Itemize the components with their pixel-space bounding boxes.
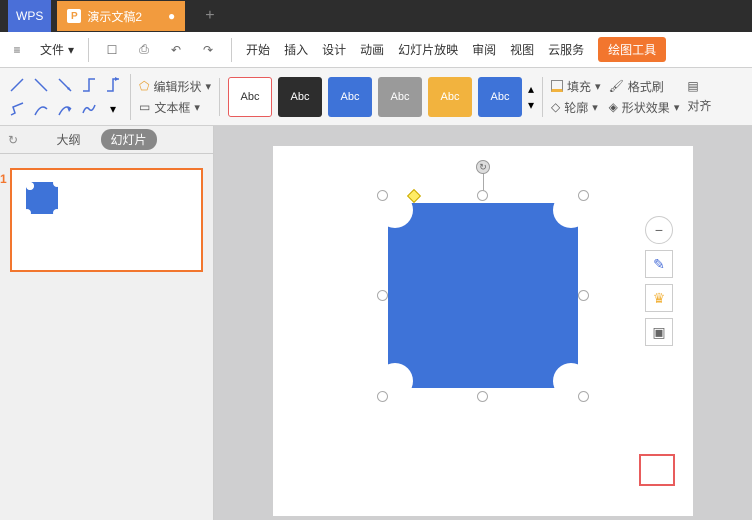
slide[interactable]: ↻ − ✎ ♛ ▣ (273, 146, 693, 516)
resize-handle-bl[interactable] (377, 391, 388, 402)
app-logo: WPS (8, 0, 51, 32)
thumbnails: 1 (0, 154, 213, 286)
snip-corner-rectangle[interactable] (388, 203, 578, 388)
tab-outline[interactable]: 大纲 (56, 131, 80, 148)
titlebar: WPS P 演示文稿2 ● + (0, 0, 752, 32)
layers-button[interactable]: ▣ (645, 318, 673, 346)
hamburger-icon[interactable]: ≡ (8, 41, 26, 59)
selected-shape[interactable]: ↻ (383, 196, 583, 396)
style-preset-1[interactable]: Abc (228, 77, 272, 117)
shape-tool-button[interactable]: ♛ (645, 284, 673, 312)
fill-button[interactable]: 填充 ▾ (551, 78, 601, 95)
tab-drawing-tools[interactable]: 绘图工具 (598, 37, 666, 62)
annotation-highlight (639, 454, 675, 486)
ribbon-toolbar: ▾ ⬠编辑形状 ▾ ▭文本框 ▾ Abc Abc Abc Abc Abc Abc… (0, 68, 752, 126)
shape-effects-button[interactable]: ◈形状效果 ▾ (609, 99, 680, 116)
tab-slides[interactable]: 幻灯片 (101, 129, 157, 150)
gallery-scroll[interactable]: ▴▾ (528, 82, 534, 112)
resize-handle-b[interactable] (477, 391, 488, 402)
edit-shape-button[interactable]: ⬠编辑形状 ▾ (139, 78, 211, 95)
slides-panel: ↻ 大纲 幻灯片 1 (0, 126, 214, 520)
save-icon[interactable]: ☐ (103, 41, 121, 59)
style-preset-4[interactable]: Abc (378, 77, 422, 117)
undo-icon[interactable]: ↶ (167, 41, 185, 59)
tab-slideshow[interactable]: 幻灯片放映 (398, 41, 458, 58)
text-box-button[interactable]: ▭文本框 ▾ (139, 99, 211, 116)
brush-icon: 🖌 (609, 79, 624, 93)
outline-button[interactable]: ◇轮廓 ▾ (551, 99, 601, 116)
style-preset-5[interactable]: Abc (428, 77, 472, 117)
pen-tool-button[interactable]: ✎ (645, 250, 673, 278)
panel-tabs: ↻ 大纲 幻灯片 (0, 126, 213, 154)
edit-shape-group: ⬠编辑形状 ▾ ▭文本框 ▾ (139, 78, 220, 116)
effects-icon: ◈ (609, 100, 618, 114)
resize-handle-r[interactable] (578, 290, 589, 301)
resize-handle-t[interactable] (477, 190, 488, 201)
redo-icon[interactable]: ↷ (199, 41, 217, 59)
file-menu[interactable]: 文件 ▾ (40, 41, 74, 58)
tab-design[interactable]: 设计 (322, 41, 346, 58)
print-icon[interactable]: ⎙ (135, 41, 153, 59)
align-icon: ▤ (687, 79, 698, 93)
new-tab-button[interactable]: + (205, 7, 214, 25)
floating-tools: − ✎ ♛ ▣ (645, 216, 673, 346)
chevron-down-icon: ▾ (68, 43, 74, 57)
tab-review[interactable]: 审阅 (472, 41, 496, 58)
slide-thumbnail-1[interactable]: 1 (10, 168, 203, 272)
resize-handle-tl[interactable] (377, 190, 388, 201)
style-preset-6[interactable]: Abc (478, 77, 522, 117)
tab-home[interactable]: 开始 (246, 41, 270, 58)
gallery-more-icon[interactable]: ▾ (102, 98, 124, 120)
style-preset-2[interactable]: Abc (278, 77, 322, 117)
refresh-icon[interactable]: ↻ (8, 133, 18, 147)
rotation-handle[interactable]: ↻ (476, 160, 490, 174)
chevron-up-icon[interactable]: ▴ (528, 82, 534, 96)
canvas[interactable]: ↻ − ✎ ♛ ▣ (214, 126, 752, 520)
resize-handle-tr[interactable] (578, 190, 589, 201)
separator (88, 38, 89, 62)
tab-cloud[interactable]: 云服务 (548, 41, 584, 58)
tab-label: 演示文稿2 (87, 8, 142, 25)
tab-insert[interactable]: 插入 (284, 41, 308, 58)
format-group: 填充 ▾ ◇轮廓 ▾ (551, 78, 601, 116)
resize-handle-br[interactable] (578, 391, 589, 402)
format-painter-button[interactable]: 🖌格式刷 (609, 78, 680, 95)
effects-group: 🖌格式刷 ◈形状效果 ▾ (609, 78, 680, 116)
style-preset-3[interactable]: Abc (328, 77, 372, 117)
thumbnail-shape (26, 182, 58, 214)
document-tab[interactable]: P 演示文稿2 ● (57, 1, 185, 31)
separator (231, 38, 232, 62)
collapse-button[interactable]: − (645, 216, 673, 244)
presentation-icon: P (67, 9, 81, 23)
resize-handle-l[interactable] (377, 290, 388, 301)
chevron-down-icon[interactable]: ▾ (528, 98, 534, 112)
outline-icon: ◇ (551, 100, 560, 114)
fill-icon (551, 80, 563, 92)
align-button[interactable]: ▤ (687, 79, 711, 93)
slide-number: 1 (0, 172, 7, 186)
tab-view[interactable]: 视图 (510, 41, 534, 58)
workspace: ↻ 大纲 幻灯片 1 ↻ (0, 126, 752, 520)
menubar: ≡ 文件 ▾ ☐ ⎙ ↶ ↷ 开始 插入 设计 动画 幻灯片放映 审阅 视图 云… (0, 32, 752, 68)
unsaved-dot-icon: ● (168, 9, 175, 23)
edit-shape-icon: ⬠ (139, 79, 149, 93)
textbox-icon: ▭ (139, 100, 150, 114)
align-group: ▤ 对齐 (687, 79, 711, 114)
tab-animation[interactable]: 动画 (360, 41, 384, 58)
shape-style-gallery: Abc Abc Abc Abc Abc Abc ▴▾ (228, 77, 543, 117)
connector-gallery[interactable]: ▾ (6, 74, 131, 120)
